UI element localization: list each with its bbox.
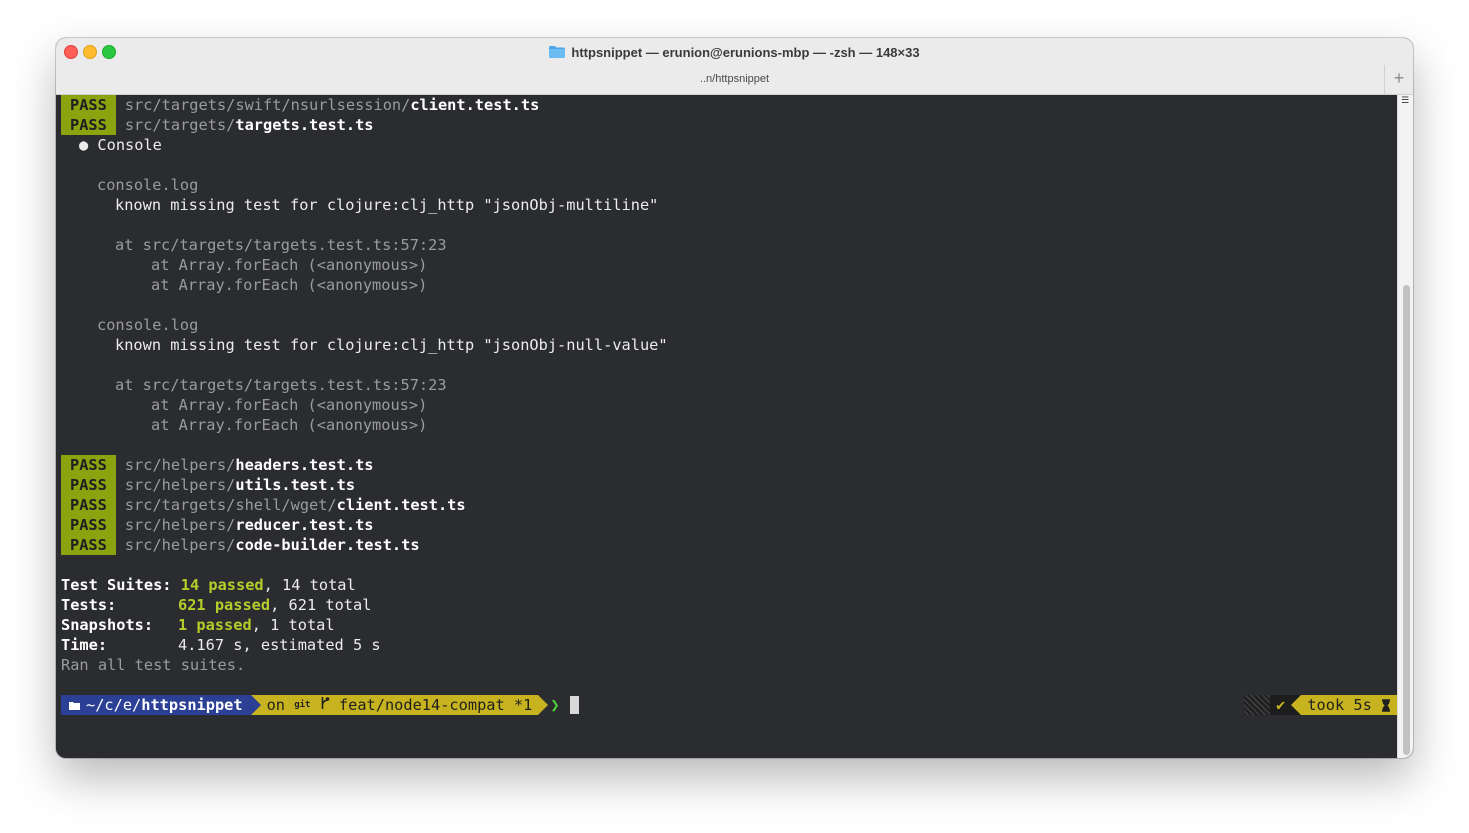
stack-frame: at Array.forEach (<anonymous>) xyxy=(151,276,428,294)
text-cursor[interactable] xyxy=(569,696,579,714)
console-log-label: console.log xyxy=(97,176,199,194)
test-file: client.test.ts xyxy=(336,496,466,514)
pass-badge: PASS xyxy=(61,455,116,475)
pass-badge: PASS xyxy=(61,495,116,515)
test-result-line: PASS src/targets/targets.test.ts xyxy=(61,115,374,135)
test-path: src/helpers/ xyxy=(124,456,236,474)
summary-passed: 14 passed xyxy=(180,576,264,594)
summary-time-value: 4.167 s, estimated 5 s xyxy=(178,636,381,654)
test-result-line: PASS src/helpers/utils.test.ts xyxy=(61,475,355,495)
title-bar: httpsnippet — erunion@erunions-mbp — -zs… xyxy=(56,38,1413,95)
summary-time: Time: 4.167 s, estimated 5 s xyxy=(61,635,381,655)
pass-badge: PASS xyxy=(61,535,116,555)
scrollbar[interactable]: ☰ xyxy=(1397,95,1413,758)
shell-prompt: ~/c/e/httpsnippet on git feat/node14-com… xyxy=(61,695,579,715)
powerline-separator xyxy=(1291,695,1302,715)
summary-label: Snapshots: xyxy=(61,616,154,634)
prompt-git-segment: on git feat/node14-compat *1 xyxy=(260,695,539,715)
test-file: code-builder.test.ts xyxy=(235,536,420,554)
summary-passed: 621 passed xyxy=(178,596,271,614)
test-result-line: PASS src/helpers/headers.test.ts xyxy=(61,455,374,475)
prompt-branch: feat/node14-compat *1 xyxy=(338,696,533,714)
pass-badge: PASS xyxy=(61,115,116,135)
test-file: targets.test.ts xyxy=(235,116,374,134)
prompt-chevron: ❯ xyxy=(550,696,560,714)
window-title: httpsnippet — erunion@erunions-mbp — -zs… xyxy=(571,44,920,60)
scroll-thumb[interactable] xyxy=(1403,285,1410,755)
test-path: src/targets/ xyxy=(124,116,236,134)
right-prompt: ✔ took 5s xyxy=(1244,695,1397,715)
summary-passed: 1 passed xyxy=(178,616,252,634)
pass-badge: PASS xyxy=(61,475,116,495)
console-log-message: known missing test for clojure:clj_http … xyxy=(115,196,659,214)
console-log-location: at src/targets/targets.test.ts:57:23 xyxy=(115,236,447,254)
powerline-fade xyxy=(1244,695,1271,715)
summary-total: , 621 total xyxy=(270,596,372,614)
test-file: client.test.ts xyxy=(410,96,540,114)
console-header: ● Console xyxy=(79,136,162,154)
console-log-label: console.log xyxy=(97,316,199,334)
test-path: src/helpers/ xyxy=(124,476,236,494)
test-file: utils.test.ts xyxy=(235,476,356,494)
git-icon: git xyxy=(294,700,311,710)
test-result-line: PASS src/helpers/code-builder.test.ts xyxy=(61,535,420,555)
scroll-menu-icon[interactable]: ☰ xyxy=(1401,97,1410,106)
hourglass-icon xyxy=(1382,699,1390,712)
summary-tests: Tests: 621 passed, 621 total xyxy=(61,595,371,615)
folder-icon xyxy=(549,46,566,58)
test-path: src/helpers/ xyxy=(124,516,236,534)
stack-frame: at Array.forEach (<anonymous>) xyxy=(151,256,428,274)
prompt-dir-prefix: ~/c/e/ xyxy=(86,696,142,714)
summary-suites: Test Suites: 14 passed, 14 total xyxy=(61,575,356,595)
prompt-dir-name: httpsnippet xyxy=(141,696,243,714)
console-log-location: at src/targets/targets.test.ts:57:23 xyxy=(115,376,447,394)
terminal-content[interactable]: PASS src/targets/swift/nsurlsession/clien… xyxy=(56,95,1413,758)
test-file: headers.test.ts xyxy=(235,456,374,474)
summary-total: , 1 total xyxy=(251,616,335,634)
summary-label: Time: xyxy=(61,636,108,654)
test-path: src/helpers/ xyxy=(124,536,236,554)
window-title-row: httpsnippet — erunion@erunions-mbp — -zs… xyxy=(56,43,1413,61)
prompt-dir-segment: ~/c/e/httpsnippet xyxy=(61,695,251,715)
prompt-status-check: ✔ xyxy=(1270,695,1292,715)
prompt-git-on: on xyxy=(266,696,285,714)
powerline-separator xyxy=(250,695,261,715)
summary-snapshots: Snapshots: 1 passed, 1 total xyxy=(61,615,335,635)
stack-frame: at Array.forEach (<anonymous>) xyxy=(151,396,428,414)
tab-label[interactable]: ..n/httpsnippet xyxy=(56,73,1413,85)
console-log-message: known missing test for clojure:clj_http … xyxy=(115,336,668,354)
test-result-line: PASS src/targets/shell/wget/client.test.t… xyxy=(61,495,466,515)
pass-badge: PASS xyxy=(61,515,116,535)
folder-icon xyxy=(69,702,80,710)
summary-total: , 14 total xyxy=(263,576,356,594)
branch-icon xyxy=(321,697,330,709)
test-result-line: PASS src/targets/swift/nsurlsession/clien… xyxy=(61,95,539,115)
test-result-line: PASS src/helpers/reducer.test.ts xyxy=(61,515,374,535)
summary-ran: Ran all test suites. xyxy=(61,656,246,674)
prompt-took-segment: took 5s xyxy=(1301,695,1397,715)
pass-badge: PASS xyxy=(61,95,116,115)
powerline-separator xyxy=(538,695,549,715)
stack-frame: at Array.forEach (<anonymous>) xyxy=(151,416,428,434)
test-path: src/targets/shell/wget/ xyxy=(124,496,337,514)
test-path: src/targets/swift/nsurlsession/ xyxy=(124,96,411,114)
summary-label: Tests: xyxy=(61,596,117,614)
prompt-took: took 5s xyxy=(1307,696,1372,714)
terminal-window: httpsnippet — erunion@erunions-mbp — -zs… xyxy=(56,38,1413,758)
new-tab-button[interactable]: + xyxy=(1384,65,1413,94)
test-file: reducer.test.ts xyxy=(235,516,374,534)
summary-label: Test Suites: xyxy=(61,576,172,594)
